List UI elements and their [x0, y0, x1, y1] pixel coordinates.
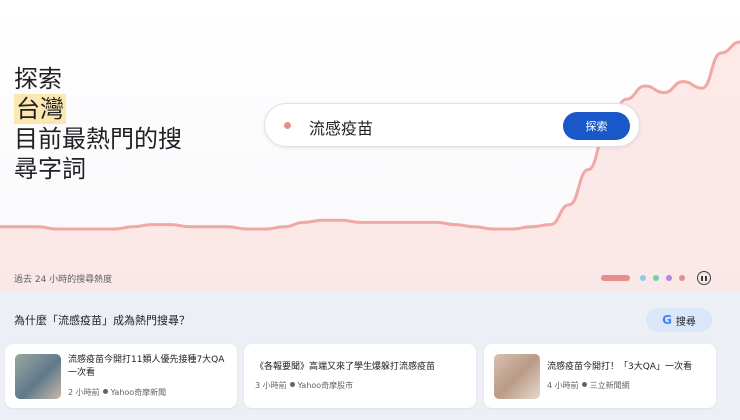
- google-search-button[interactable]: G 搜尋: [646, 308, 712, 332]
- search-dot-icon: [284, 122, 291, 129]
- article-time: 3 小時前: [255, 381, 287, 390]
- article-source: Yahoo奇摩股市: [297, 381, 354, 390]
- article-card-1[interactable]: 流感疫苗今開打11類人優先接種7大QA一次看 2 小時前 Yahoo奇摩新聞: [5, 344, 237, 408]
- pause-icon: [701, 275, 703, 281]
- article-meta: 3 小時前 Yahoo奇摩股市: [255, 380, 353, 391]
- headline-line-1: 探索: [14, 65, 62, 93]
- article-card-2[interactable]: 《各報要聞》高端又來了學生爆躲打流感疫苗 3 小時前 Yahoo奇摩股市: [244, 344, 476, 408]
- article-time: 2 小時前: [68, 388, 100, 397]
- google-icon: G: [662, 313, 672, 327]
- article-source: Yahoo奇摩新聞: [110, 388, 167, 397]
- headline: 探索 台灣 目前最熱門的搜 尋字詞: [14, 64, 204, 184]
- headline-region: 台灣: [14, 94, 66, 124]
- range-label: 過去 24 小時的搜尋熱度: [14, 275, 113, 285]
- google-search-label: 搜尋: [675, 316, 696, 328]
- article-meta: 2 小時前 Yahoo奇摩新聞: [68, 387, 166, 398]
- carousel-dot[interactable]: [601, 275, 630, 281]
- headline-line-4: 尋字詞: [14, 155, 86, 183]
- carousel-dot[interactable]: [640, 275, 646, 281]
- headline-line-3: 目前最熱門的搜: [14, 125, 182, 153]
- carousel-dot[interactable]: [666, 275, 672, 281]
- article-title[interactable]: 流感疫苗今開打！「3大QA」一次看: [547, 361, 707, 374]
- article-title[interactable]: 《各報要聞》高端又來了學生爆躲打流感疫苗: [255, 361, 469, 374]
- carousel-dot[interactable]: [679, 275, 685, 281]
- article-thumbnail: [15, 354, 61, 399]
- article-card-3[interactable]: 流感疫苗今開打！「3大QA」一次看 4 小時前 三立新聞網: [484, 344, 716, 408]
- pause-button[interactable]: [697, 271, 711, 285]
- article-thumbnail: [494, 354, 540, 399]
- article-source: 三立新聞網: [589, 381, 630, 390]
- article-meta: 4 小時前 三立新聞網: [547, 380, 630, 391]
- hero-section: 探索 台灣 目前最熱門的搜 尋字詞 流感疫苗 探索 過去 24 小時的搜尋熱度: [0, 0, 740, 292]
- carousel-dot[interactable]: [653, 275, 659, 281]
- article-title[interactable]: 流感疫苗今開打11類人優先接種7大QA一次看: [68, 354, 228, 380]
- search-box[interactable]: 流感疫苗 探索: [264, 103, 640, 147]
- search-query[interactable]: 流感疫苗: [309, 115, 373, 139]
- article-time: 4 小時前: [547, 381, 579, 390]
- explore-button[interactable]: 探索: [563, 112, 630, 140]
- why-title: 為什麼「流感疫苗」成為熱門搜尋？: [14, 314, 190, 327]
- why-section: 為什麼「流感疫苗」成為熱門搜尋？ G 搜尋 流感疫苗今開打11類人優先接種7大Q…: [0, 292, 740, 420]
